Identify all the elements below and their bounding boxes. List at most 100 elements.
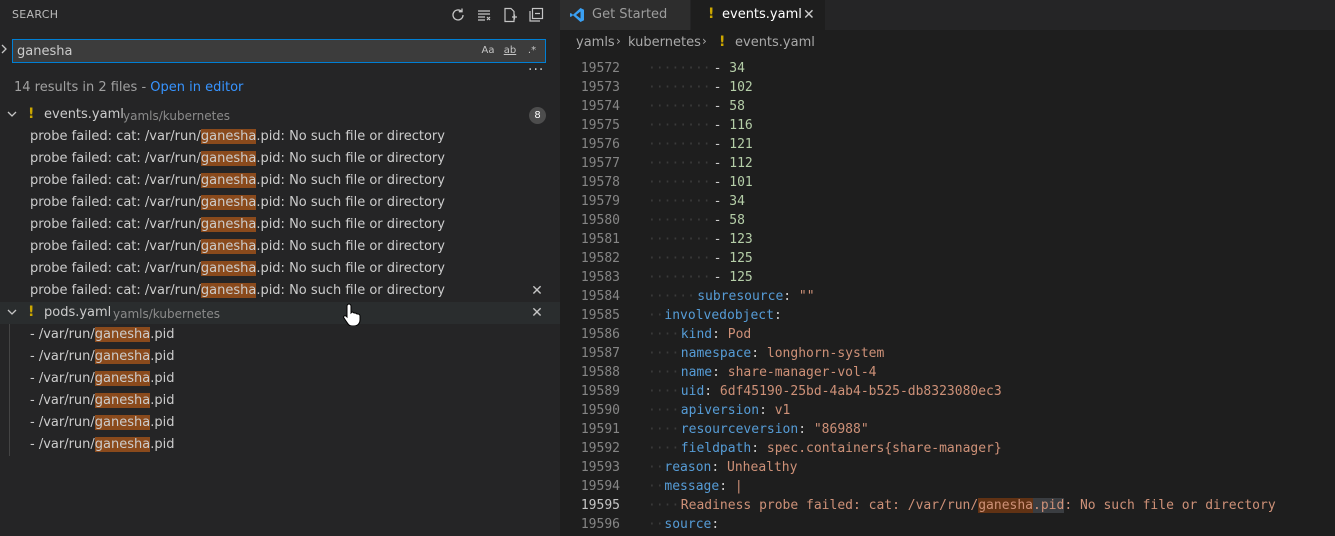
code-line[interactable]: 19582 ········ - 125 xyxy=(560,250,1335,269)
more-actions-icon[interactable]: ··· xyxy=(528,62,544,78)
indent-guide: ·· xyxy=(648,479,664,494)
code-line[interactable]: 19594 ·· message: | xyxy=(560,478,1335,497)
match-row[interactable]: probe failed: cat: /var/run/ganesha.pid:… xyxy=(0,214,560,236)
code-line[interactable]: 19586 ···· kind: Pod xyxy=(560,326,1335,345)
code-line[interactable]: 19583 ········ - 125 xyxy=(560,269,1335,288)
code-text: uid: 6df45190-25bd-4ab4-b525-db8323080ec… xyxy=(680,384,1002,399)
code-line[interactable]: 19578 ········ - 101 xyxy=(560,174,1335,193)
match-row[interactable]: - /var/run/ganesha.pid xyxy=(0,434,560,456)
line-number: 19581 xyxy=(580,232,620,247)
match-row[interactable]: - /var/run/ganesha.pid xyxy=(0,390,560,412)
code-line[interactable]: 19572 ········ - 34 xyxy=(560,60,1335,79)
file-name: pods.yaml xyxy=(44,305,112,320)
code-line[interactable]: 19588 ···· name: share-manager-vol-4 xyxy=(560,364,1335,383)
line-number: 19594 xyxy=(580,479,620,494)
refresh-icon[interactable] xyxy=(448,5,468,25)
code-line[interactable]: 19584 ······ subresource: "" xyxy=(560,288,1335,307)
dismiss-match-icon[interactable]: ✕ xyxy=(529,283,545,299)
line-number: 19586 xyxy=(580,327,620,342)
editor-area: Get Started ! events.yaml ✕ yamls › kube… xyxy=(560,0,1335,536)
match-row[interactable]: - /var/run/ganesha.pid xyxy=(0,412,560,434)
match-text: - /var/run/ganesha.pid xyxy=(30,371,175,386)
code-line[interactable]: 19596 ·· source: xyxy=(560,516,1335,535)
match-row[interactable]: probe failed: cat: /var/run/ganesha.pid:… xyxy=(0,170,560,192)
match-case-toggle[interactable]: Aa xyxy=(479,43,497,59)
breadcrumb: yamls › kubernetes › ! events.yaml xyxy=(560,30,1335,56)
code-line[interactable]: 19585 ·· involvedobject: xyxy=(560,307,1335,326)
match-row[interactable]: - /var/run/ganesha.pid xyxy=(0,346,560,368)
match-row[interactable]: probe failed: cat: /var/run/ganesha.pid:… xyxy=(0,280,560,302)
clear-results-icon[interactable] xyxy=(474,5,494,25)
tab-get-started[interactable]: Get Started xyxy=(560,0,690,30)
match-row[interactable]: - /var/run/ganesha.pid xyxy=(0,324,560,346)
line-number: 19572 xyxy=(580,61,620,76)
code-line[interactable]: 19576 ········ - 121 xyxy=(560,136,1335,155)
search-sidebar: SEARCH Aa ab .* ··· 14 results i xyxy=(0,0,560,536)
hand-cursor-icon xyxy=(342,302,362,330)
code-line[interactable]: 19590 ···· apiversion: v1 xyxy=(560,402,1335,421)
code-text: resourceversion: "86988" xyxy=(680,422,869,437)
match-row[interactable]: probe failed: cat: /var/run/ganesha.pid:… xyxy=(0,258,560,280)
code-line[interactable]: 19575 ········ - 116 xyxy=(560,117,1335,136)
code-line[interactable]: 19593 ·· reason: Unhealthy xyxy=(560,459,1335,478)
use-regex-toggle[interactable]: .* xyxy=(523,43,541,59)
result-file-pods[interactable]: ! pods.yaml yamls/kubernetes ✕ xyxy=(0,302,560,324)
indent-guide: ········ xyxy=(648,270,711,285)
close-tab-icon[interactable]: ✕ xyxy=(803,7,815,23)
code-text: name: share-manager-vol-4 xyxy=(680,365,877,380)
code-text: - 58 xyxy=(713,213,745,228)
code-text: - 34 xyxy=(713,194,745,209)
code-line[interactable]: 19581 ········ - 123 xyxy=(560,231,1335,250)
search-input-box: Aa ab .* xyxy=(12,39,546,63)
code-text: apiversion: v1 xyxy=(680,403,791,418)
open-in-editor-link[interactable]: Open in editor xyxy=(150,80,243,95)
match-row[interactable]: probe failed: cat: /var/run/ganesha.pid:… xyxy=(0,126,560,148)
breadcrumb-item[interactable]: yamls xyxy=(576,35,615,50)
search-input[interactable] xyxy=(17,43,457,59)
collapse-all-icon[interactable] xyxy=(526,5,546,25)
indent-guide: ······ xyxy=(648,289,695,304)
code-line[interactable]: 19573 ········ - 102 xyxy=(560,79,1335,98)
indent-guide: ···· xyxy=(648,327,680,342)
tab-label: Get Started xyxy=(592,7,668,22)
code-text: - 101 xyxy=(713,175,753,190)
code-line[interactable]: 19592 ···· fieldpath: spec.containers{shar… xyxy=(560,440,1335,459)
match-whole-word-toggle[interactable]: ab xyxy=(501,43,519,59)
code-line[interactable]: 19577 ········ - 112 xyxy=(560,155,1335,174)
new-search-editor-icon[interactable] xyxy=(500,5,520,25)
breadcrumb-item[interactable]: kubernetes xyxy=(628,35,701,50)
dismiss-file-icon[interactable]: ✕ xyxy=(529,305,545,321)
code-line[interactable]: 19589 ···· uid: 6df45190-25bd-4ab4-b525-db… xyxy=(560,383,1335,402)
line-number: 19589 xyxy=(580,384,620,399)
match-text: probe failed: cat: /var/run/ganesha.pid:… xyxy=(30,195,445,210)
warning-icon: ! xyxy=(708,6,715,22)
match-row[interactable]: probe failed: cat: /var/run/ganesha.pid:… xyxy=(0,192,560,214)
code-line[interactable]: 19587 ···· namespace: longhorn-system xyxy=(560,345,1335,364)
chevron-down-icon[interactable] xyxy=(6,108,18,120)
indent-guide: ········ xyxy=(648,251,711,266)
match-row[interactable]: probe failed: cat: /var/run/ganesha.pid:… xyxy=(0,236,560,258)
breadcrumb-item[interactable]: events.yaml xyxy=(735,35,815,50)
toggle-replace-icon[interactable] xyxy=(0,43,8,57)
line-number: 19593 xyxy=(580,460,620,475)
tab-events-yaml[interactable]: ! events.yaml ✕ xyxy=(691,0,825,30)
code-line[interactable]: 19595 ···· Readiness probe failed: cat: /v… xyxy=(560,497,1335,516)
indent-guide: ···· xyxy=(648,346,680,361)
code-line[interactable]: 19574 ········ - 58 xyxy=(560,98,1335,117)
vscode-logo-icon xyxy=(569,7,585,27)
code-line[interactable]: 19579 ········ - 34 xyxy=(560,193,1335,212)
code-text: - 116 xyxy=(713,118,753,133)
code-line[interactable]: 19591 ···· resourceversion: "86988" xyxy=(560,421,1335,440)
code-text: - 125 xyxy=(713,270,753,285)
match-row[interactable]: probe failed: cat: /var/run/ganesha.pid:… xyxy=(0,148,560,170)
tab-bar: Get Started ! events.yaml ✕ xyxy=(560,0,1335,30)
search-options: Aa ab .* xyxy=(479,43,541,59)
breadcrumb-separator-icon: › xyxy=(702,34,707,48)
indent-guide: ········ xyxy=(648,118,711,133)
code-line[interactable]: 19580 ········ - 58 xyxy=(560,212,1335,231)
match-text: probe failed: cat: /var/run/ganesha.pid:… xyxy=(30,173,445,188)
match-row[interactable]: - /var/run/ganesha.pid xyxy=(0,368,560,390)
file-name: events.yaml xyxy=(44,107,124,122)
chevron-down-icon[interactable] xyxy=(6,306,18,318)
result-file-events[interactable]: ! events.yaml yamls/kubernetes 8 xyxy=(0,104,560,126)
